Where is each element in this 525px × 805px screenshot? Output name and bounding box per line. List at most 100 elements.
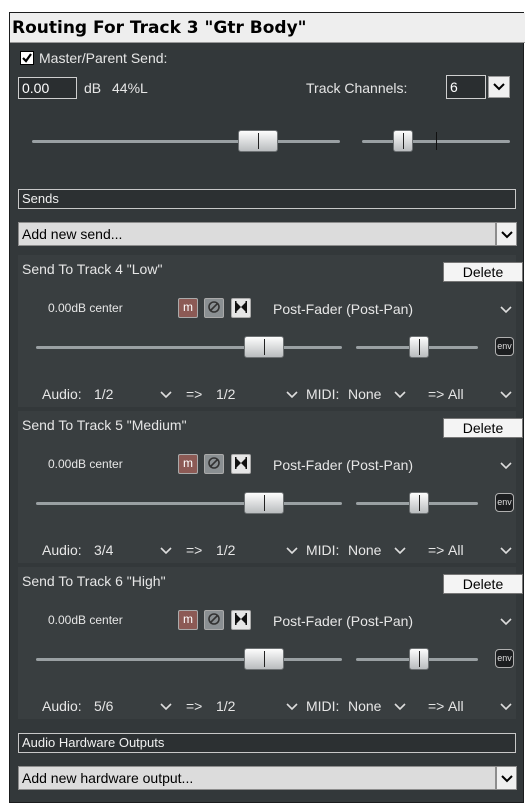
phase-invert-icon <box>208 457 220 469</box>
send-pan-slider-thumb[interactable] <box>409 492 429 514</box>
midi-dest-select[interactable]: All <box>448 541 464 559</box>
audio-dest-channel-select[interactable]: 1/2 <box>216 697 235 715</box>
audio-dest-channel-select[interactable]: 1/2 <box>216 541 235 559</box>
routing-arrow: => <box>428 698 445 714</box>
master-pan-slider-thumb[interactable] <box>393 130 413 152</box>
send-phase-button[interactable] <box>204 610 224 630</box>
send-title: Send To Track 4 "Low" <box>22 261 163 277</box>
audio-source-channel-select[interactable]: 5/6 <box>94 697 113 715</box>
send-level-readout: 0.00dB center <box>48 301 123 315</box>
send-panel-2: Send To Track 5 "Medium" Delete 0.00dB c… <box>18 411 523 563</box>
volume-unit-label: dB <box>84 80 102 96</box>
chevron-down-icon <box>500 618 512 626</box>
routing-arrow: => <box>186 698 203 714</box>
add-hardware-output-combobox[interactable]: Add new hardware output... <box>18 766 496 790</box>
master-volume-input[interactable]: 0.00 <box>18 77 77 99</box>
title-bar: Routing For Track 3 "Gtr Body" <box>10 13 525 43</box>
audio-label: Audio: <box>42 698 82 714</box>
send-mode-select[interactable]: Post-Fader (Post-Pan) <box>273 612 413 630</box>
master-volume-slider-thumb[interactable] <box>238 130 278 152</box>
master-send-checkbox[interactable] <box>20 51 34 65</box>
chevron-down-icon <box>500 306 512 314</box>
send-pan-slider-thumb[interactable] <box>409 336 429 358</box>
send-mute-button[interactable]: m <box>178 610 198 630</box>
midi-source-select[interactable]: None <box>348 541 381 559</box>
chevron-down-icon <box>160 703 172 711</box>
midi-source-select[interactable]: None <box>348 385 381 403</box>
chevron-down-icon <box>286 391 298 399</box>
send-envelope-button[interactable]: env <box>495 649 514 668</box>
chevron-down-icon <box>160 547 172 555</box>
send-envelope-button[interactable]: env <box>495 337 514 356</box>
pan-center-marker <box>436 132 437 150</box>
routing-arrow: => <box>428 386 445 402</box>
track-channels-select[interactable]: 6 <box>446 75 486 99</box>
add-send-dropdown-button[interactable] <box>496 222 517 246</box>
chevron-down-icon <box>394 391 406 399</box>
master-send-label: Master/Parent Send: <box>39 50 168 66</box>
send-phase-button[interactable] <box>204 298 224 318</box>
send-volume-slider-thumb[interactable] <box>244 648 284 670</box>
audio-label: Audio: <box>42 542 82 558</box>
chevron-down-icon <box>286 547 298 555</box>
routing-arrow: => <box>186 386 203 402</box>
chevron-down-icon <box>500 703 512 711</box>
midi-dest-select[interactable]: All <box>448 385 464 403</box>
delete-send-button[interactable]: Delete <box>443 574 523 594</box>
send-phase-button[interactable] <box>204 454 224 474</box>
send-envelope-button[interactable]: env <box>495 493 514 512</box>
send-volume-slider-thumb[interactable] <box>244 492 284 514</box>
add-hardware-output-dropdown-button[interactable] <box>496 766 517 790</box>
audio-source-channel-select[interactable]: 3/4 <box>94 541 113 559</box>
chevron-down-icon <box>501 231 513 239</box>
chevron-down-icon <box>501 775 513 783</box>
master-pan-readout: 44%L <box>112 80 148 96</box>
phase-invert-icon <box>208 301 220 313</box>
send-panel-3: Send To Track 6 "High" Delete 0.00dB cen… <box>18 567 523 719</box>
chevron-down-icon <box>286 703 298 711</box>
window-title: Routing For Track 3 "Gtr Body" <box>12 18 307 38</box>
mono-stereo-icon <box>235 301 247 313</box>
send-volume-slider-track[interactable] <box>36 658 342 661</box>
delete-send-button[interactable]: Delete <box>443 262 523 282</box>
routing-arrow: => <box>428 542 445 558</box>
sends-section-header: Sends <box>18 189 516 209</box>
send-volume-slider-thumb[interactable] <box>244 336 284 358</box>
send-mono-stereo-button[interactable] <box>231 298 251 318</box>
midi-label: MIDI: <box>306 386 340 402</box>
audio-dest-channel-select[interactable]: 1/2 <box>216 385 235 403</box>
send-level-readout: 0.00dB center <box>48 457 123 471</box>
send-title: Send To Track 6 "High" <box>22 573 166 589</box>
delete-send-button[interactable]: Delete <box>443 418 523 438</box>
chevron-down-icon <box>394 547 406 555</box>
send-mute-button[interactable]: m <box>178 454 198 474</box>
midi-label: MIDI: <box>306 542 340 558</box>
send-pan-slider-thumb[interactable] <box>409 648 429 670</box>
mono-stereo-icon <box>235 613 247 625</box>
chevron-down-icon <box>394 703 406 711</box>
routing-window: Routing For Track 3 "Gtr Body" Master/Pa… <box>9 12 525 803</box>
track-channels-dropdown-button[interactable] <box>488 76 510 98</box>
send-mute-button[interactable]: m <box>178 298 198 318</box>
checkmark-icon <box>22 53 32 63</box>
chevron-down-icon <box>160 391 172 399</box>
audio-source-channel-select[interactable]: 1/2 <box>94 385 113 403</box>
midi-source-select[interactable]: None <box>348 697 381 715</box>
add-send-combobox[interactable]: Add new send... <box>18 222 496 246</box>
master-volume-slider-track[interactable] <box>32 140 340 143</box>
mono-stereo-icon <box>235 457 247 469</box>
send-volume-slider-track[interactable] <box>36 502 342 505</box>
chevron-down-icon <box>493 83 505 91</box>
send-panel-1: Send To Track 4 "Low" Delete 0.00dB cent… <box>18 255 523 407</box>
send-mode-select[interactable]: Post-Fader (Post-Pan) <box>273 456 413 474</box>
audio-label: Audio: <box>42 386 82 402</box>
midi-label: MIDI: <box>306 698 340 714</box>
send-mode-select[interactable]: Post-Fader (Post-Pan) <box>273 300 413 318</box>
midi-dest-select[interactable]: All <box>448 697 464 715</box>
send-mono-stereo-button[interactable] <box>231 610 251 630</box>
send-volume-slider-track[interactable] <box>36 346 342 349</box>
send-mono-stereo-button[interactable] <box>231 454 251 474</box>
track-channels-label: Track Channels: <box>306 80 408 96</box>
chevron-down-icon <box>500 547 512 555</box>
routing-arrow: => <box>186 542 203 558</box>
